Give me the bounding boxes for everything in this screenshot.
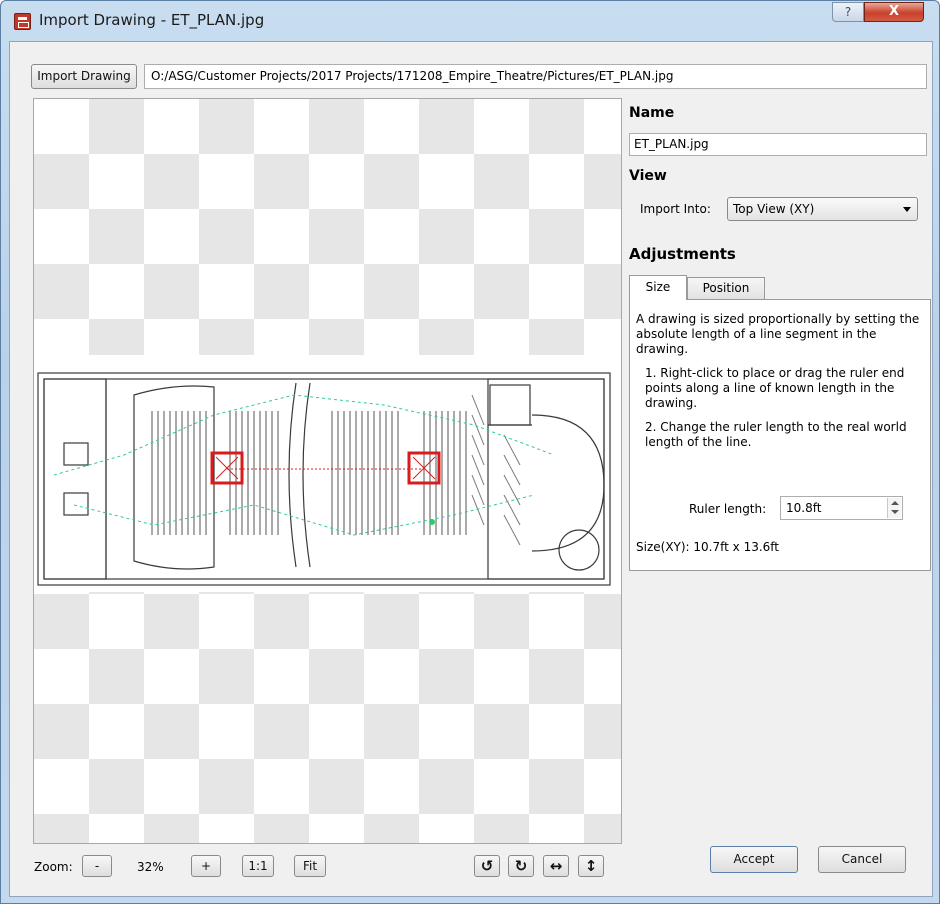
flip-horizontal-icon: ↔	[549, 857, 563, 875]
help-button[interactable]: ?	[832, 2, 864, 22]
zoom-label: Zoom:	[34, 860, 73, 874]
import-into-value: Top View (XY)	[733, 202, 815, 216]
zoom-fit-button[interactable]: Fit	[294, 855, 326, 877]
instruction-step-1: 1. Right-click to place or drag the rule…	[645, 366, 905, 410]
rotate-ccw-button[interactable]: ↺	[474, 855, 500, 877]
spin-buttons[interactable]	[887, 498, 901, 518]
ruler-length-value: 10.8ft	[786, 501, 822, 515]
zoom-actual-size-button[interactable]: 1:1	[242, 855, 274, 877]
dialog-body: Import Drawing O:/ASG/Customer Projects/…	[9, 41, 933, 897]
cancel-button[interactable]: Cancel	[818, 846, 906, 873]
rotate-cw-icon: ↻	[514, 857, 528, 875]
dropdown-arrow-icon	[903, 207, 911, 212]
instruction-step-2: 2. Change the ruler length to the real w…	[645, 420, 907, 449]
adjustments-heading: Adjustments	[629, 245, 736, 263]
rotate-ccw-icon: ↺	[480, 857, 494, 875]
import-drawing-button[interactable]: Import Drawing	[31, 64, 137, 89]
zoom-value: 32%	[137, 860, 164, 874]
size-xy-readout: Size(XY): 10.7ft x 13.6ft	[636, 540, 780, 554]
flip-horizontal-button[interactable]: ↔	[543, 855, 569, 877]
flip-vertical-button[interactable]: ↕	[578, 855, 604, 877]
zoom-out-button[interactable]: -	[82, 855, 112, 877]
size-instructions: A drawing is sized proportionally by set…	[636, 312, 920, 356]
import-into-select[interactable]: Top View (XY)	[727, 197, 918, 221]
tab-position[interactable]: Position	[687, 277, 765, 299]
flip-vertical-icon: ↕	[584, 857, 598, 875]
title-bar: Import Drawing - ET_PLAN.jpg ? X	[1, 1, 939, 41]
file-path-field[interactable]: O:/ASG/Customer Projects/2017 Projects/1…	[144, 64, 927, 89]
floor-plan-svg	[37, 372, 611, 586]
ruler-length-spinbox[interactable]: 10.8ft	[780, 496, 903, 520]
import-into-label: Import Into:	[640, 202, 711, 216]
accept-button[interactable]: Accept	[710, 846, 798, 873]
import-drawing-window: Import Drawing - ET_PLAN.jpg ? X Import …	[0, 0, 940, 904]
spin-down-icon[interactable]	[891, 510, 899, 514]
view-heading: View	[629, 168, 667, 184]
window-title: Import Drawing - ET_PLAN.jpg	[39, 11, 265, 29]
spin-up-icon[interactable]	[891, 501, 899, 505]
floor-plan-image	[34, 355, 621, 592]
name-heading: Name	[629, 105, 675, 121]
close-button[interactable]: X	[864, 2, 924, 22]
name-field[interactable]: ET_PLAN.jpg	[629, 133, 927, 156]
zoom-in-button[interactable]: +	[191, 855, 221, 877]
tab-size[interactable]: Size	[629, 275, 687, 300]
size-tab-pane: A drawing is sized proportionally by set…	[629, 299, 931, 571]
rotate-cw-button[interactable]: ↻	[508, 855, 534, 877]
drawing-canvas[interactable]	[33, 98, 622, 844]
ruler-length-label: Ruler length:	[689, 502, 767, 516]
app-icon	[14, 13, 31, 30]
